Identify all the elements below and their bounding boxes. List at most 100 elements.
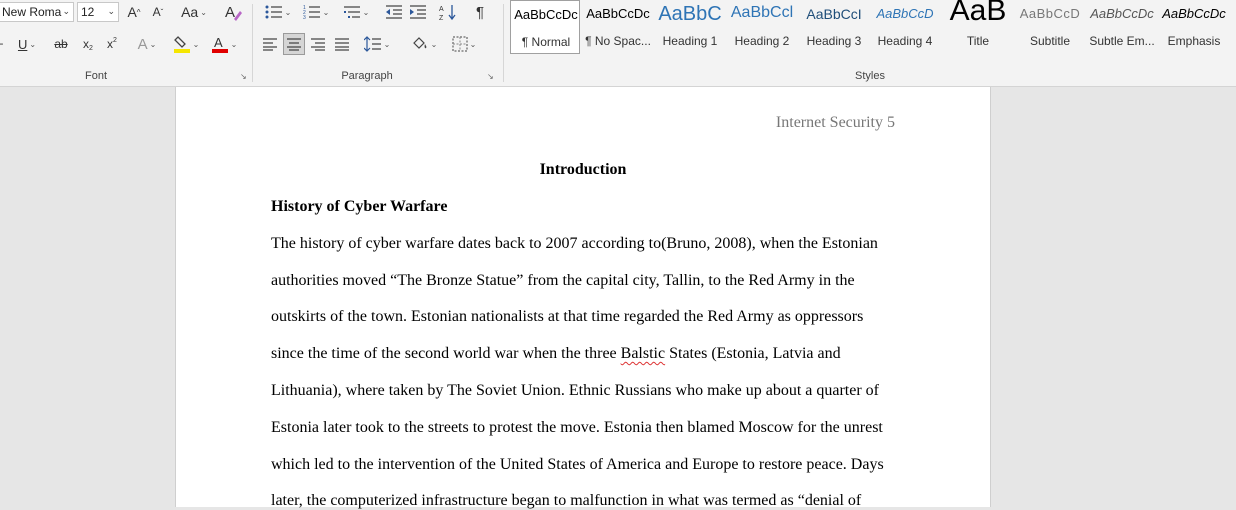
style-title[interactable]: AaB Title <box>943 0 1013 54</box>
shrink-font-label: A <box>152 5 161 19</box>
section-heading[interactable]: History of Cyber Warfare <box>271 198 447 216</box>
decrease-indent-icon <box>386 5 402 19</box>
style-name: Subtle Em... <box>1089 34 1155 48</box>
dialog-launcher-icon[interactable]: ↘ <box>487 73 495 81</box>
chevron-down-icon: ⌄ <box>200 7 207 17</box>
chevron-down-icon: ⌄ <box>284 7 292 17</box>
justify-button[interactable] <box>331 33 353 55</box>
svg-text:Z: Z <box>439 15 444 21</box>
numbered-list-icon: 123 <box>303 5 320 20</box>
line-spacing-button[interactable]: ⌄ <box>361 33 393 55</box>
styles-group: AaBbCcDc ¶ Normal AaBbCcDc ¶ No Spac... … <box>510 0 1236 86</box>
partial-bold-button[interactable]: ⌐ <box>0 33 4 55</box>
style-heading-1[interactable]: AaBbC Heading 1 <box>655 0 725 54</box>
style-preview: AaBbC <box>658 3 722 25</box>
paragraph-line[interactable]: authorities moved “The Bronze Statue” fr… <box>271 272 855 290</box>
strikethrough-button[interactable]: ab <box>50 33 72 55</box>
style-preview: AaBbCcDc <box>1162 6 1226 21</box>
style-heading-3[interactable]: AaBbCcI Heading 3 <box>799 0 869 54</box>
styles-group-label: Styles <box>855 70 885 82</box>
chevron-down-icon[interactable]: ⌄ <box>62 6 70 17</box>
paragraph-line[interactable]: which led to the intervention of the Uni… <box>271 456 884 474</box>
chevron-down-icon: ⌄ <box>230 39 238 49</box>
bullets-button[interactable]: ⌄ <box>261 1 295 23</box>
subscript-button[interactable]: x2 <box>78 33 98 55</box>
misspelled-word[interactable]: Balstic <box>621 345 665 362</box>
font-size-combo[interactable]: 12 ⌄ <box>77 2 119 22</box>
shading-button[interactable]: ⌄ <box>407 33 441 55</box>
change-case-button[interactable]: Aa ⌄ <box>178 1 210 23</box>
borders-button[interactable]: ⌄ <box>447 33 481 55</box>
font-name-combo[interactable]: New Roma ⌄ <box>0 2 74 22</box>
chevron-down-icon: ⌄ <box>469 39 477 49</box>
style-no-spacing[interactable]: AaBbCcDc ¶ No Spac... <box>583 0 653 54</box>
text-effects-button[interactable]: A ⌄ <box>132 33 162 55</box>
style-preview: AaB <box>949 0 1007 27</box>
paint-bucket-icon <box>412 37 427 49</box>
chevron-down-icon[interactable]: ⌄ <box>107 6 115 17</box>
underline-button[interactable]: U ⌄ <box>12 33 42 55</box>
style-name: Subtitle <box>1029 34 1071 48</box>
grow-font-button[interactable]: A ^ <box>124 1 144 23</box>
page-header[interactable]: Internet Security 5 <box>776 114 895 132</box>
bold-edge-icon: ⌐ <box>0 37 4 51</box>
paragraph-line[interactable]: The history of cyber warfare dates back … <box>271 235 878 253</box>
font-group: New Roma ⌄ 12 ⌄ A^ Aˇ Aa⌄ A ⌐ U⌄ ab x2 <box>0 0 252 86</box>
align-center-icon <box>287 38 301 51</box>
multilevel-list-button[interactable]: ⌄ <box>339 1 373 23</box>
font-size-value: 12 <box>81 5 95 19</box>
chevron-down-icon: ⌄ <box>192 39 200 49</box>
clear-formatting-button[interactable]: A <box>222 1 244 23</box>
style-preview: AaBbCcI <box>806 6 862 22</box>
document-title[interactable]: Introduction <box>176 161 990 179</box>
paragraph-line[interactable]: since the time of the second world war w… <box>271 345 841 363</box>
shrink-font-button[interactable]: Aˇ <box>148 1 168 23</box>
superscript-button[interactable]: x2 <box>102 33 122 55</box>
align-right-icon <box>311 38 325 51</box>
clear-formatting-icon: A <box>225 4 242 21</box>
style-heading-4[interactable]: AaBbCcD Heading 4 <box>870 0 940 54</box>
font-color-icon: A <box>211 35 228 53</box>
underline-label: U <box>17 36 28 52</box>
paragraph-line[interactable]: outskirts of the town. Estonian national… <box>271 308 863 326</box>
highlight-color-button[interactable]: ⌄ <box>170 33 202 55</box>
style-name: ¶ Normal <box>521 35 571 49</box>
style-name: Title <box>966 34 990 48</box>
align-left-icon <box>263 38 277 51</box>
show-formatting-button[interactable]: ¶ <box>469 1 491 23</box>
text-effects-label: A <box>137 35 148 53</box>
style-heading-2[interactable]: AaBbCcl Heading 2 <box>727 0 797 54</box>
bullet-list-icon <box>265 5 282 19</box>
style-normal[interactable]: AaBbCcDc ¶ Normal <box>510 0 580 54</box>
strikethrough-label: ab <box>54 37 68 51</box>
pilcrow-icon: ¶ <box>475 3 485 21</box>
style-name: Heading 4 <box>877 34 933 48</box>
font-group-label: Font <box>84 70 107 82</box>
line-segment: since the time of the second world war w… <box>271 345 621 362</box>
paragraph-line[interactable]: Lithuania), where taken by The Soviet Un… <box>271 382 879 400</box>
paragraph-group: ⌄ 1 2 3 ⌄ ⌄ AZ ¶ ⌄ ⌄ ⌄ Paragraph ↘ <box>253 0 498 86</box>
justify-icon <box>335 38 349 51</box>
sort-button[interactable]: AZ <box>437 1 459 23</box>
dialog-launcher-icon[interactable]: ↘ <box>240 73 248 81</box>
align-right-button[interactable] <box>307 33 329 55</box>
highlighter-icon <box>173 36 190 53</box>
style-emphasis[interactable]: AaBbCcDc Emphasis <box>1159 0 1229 54</box>
paragraph-line[interactable]: later, the computerized infrastructure b… <box>271 492 861 510</box>
chevron-down-icon: ⌄ <box>322 7 330 17</box>
style-preview: AaBbCcDc <box>1090 6 1154 21</box>
font-color-button[interactable]: A ⌄ <box>208 33 240 55</box>
decrease-indent-button[interactable] <box>383 1 405 23</box>
borders-icon <box>452 36 468 52</box>
paragraph-line[interactable]: Estonia later took to the streets to pro… <box>271 419 883 437</box>
style-subtitle[interactable]: AaBbCcD Subtitle <box>1015 0 1085 54</box>
style-name: Heading 3 <box>806 34 862 48</box>
document-page[interactable]: Internet Security 5 Introduction History… <box>175 87 991 510</box>
style-name: Heading 2 <box>734 34 790 48</box>
align-left-button[interactable] <box>259 33 281 55</box>
style-preview: AaBbCcDc <box>586 6 650 21</box>
numbering-button[interactable]: 1 2 3 ⌄ <box>299 1 333 23</box>
style-subtle-emphasis[interactable]: AaBbCcDc Subtle Em... <box>1087 0 1157 54</box>
increase-indent-button[interactable] <box>407 1 429 23</box>
align-center-button[interactable] <box>283 33 305 55</box>
